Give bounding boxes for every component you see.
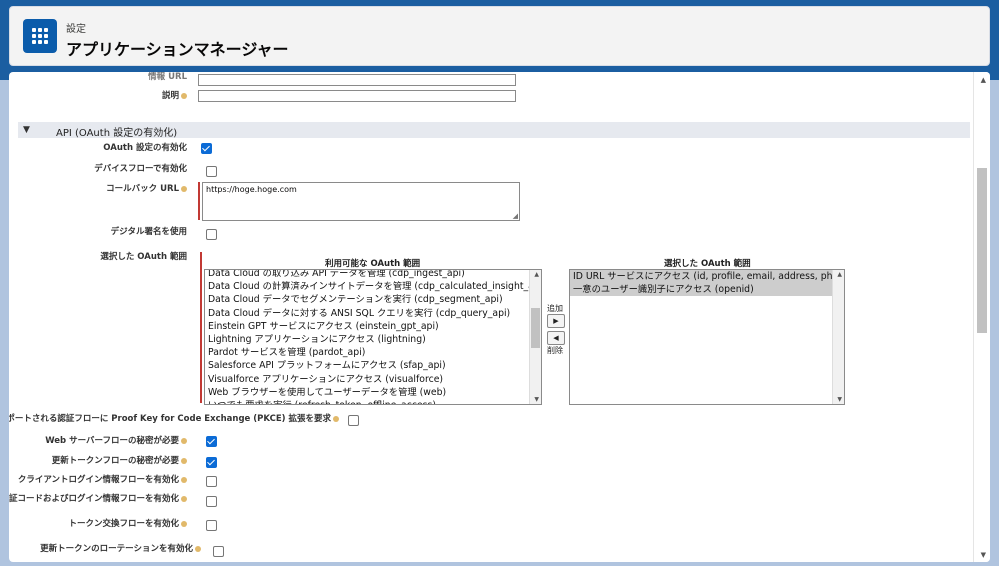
client-credentials-label: クライアントログイン情報フローを有効化	[18, 473, 187, 485]
scope-option[interactable]: Data Cloud データでセグメンテーションを実行 (cdp_segment…	[205, 293, 541, 306]
api-section-header[interactable]: ▼ API (OAuth 設定の有効化)	[18, 122, 970, 139]
refresh-rotation-label: 更新トークンのローテーションを有効化	[40, 542, 201, 554]
selected-scopes-listbox[interactable]: ID URL サービスにアクセス (id, profile, email, ad…	[569, 269, 845, 405]
help-icon[interactable]	[181, 185, 187, 192]
section-title: API (OAuth 設定の有効化)	[56, 128, 178, 139]
callback-url-textarea[interactable]: https://hoge.hoge.com ◢	[202, 182, 520, 221]
scroll-up-icon[interactable]: ▲	[837, 271, 842, 278]
scope-option[interactable]: Data Cloud データに対する ANSI SQL クエリを実行 (cdp_…	[205, 307, 541, 320]
auth-code-label: 認証コードおよびログイン情報フローを有効化	[9, 492, 187, 504]
available-scopes-title: 利用可能な OAuth 範囲	[325, 259, 421, 269]
scroll-up-icon[interactable]: ▲	[534, 271, 539, 278]
callback-url-value: https://hoge.hoge.com	[206, 185, 297, 194]
info-url-label: 情報 URL	[148, 72, 187, 82]
scope-option[interactable]: Pardot サービスを管理 (pardot_api)	[205, 346, 541, 359]
selected-scopes-label: 選択した OAuth 範囲	[100, 252, 187, 262]
listbox-scrollbar[interactable]: ▲ ▼	[529, 270, 541, 404]
scope-option[interactable]: Salesforce API プラットフォームにアクセス (sfap_api)	[205, 359, 541, 372]
scope-option[interactable]: Einstein GPT サービスにアクセス (einstein_gpt_api…	[205, 320, 541, 333]
scope-option[interactable]: Data Cloud の計算済みインサイトデータを管理 (cdp_calcula…	[205, 280, 541, 293]
page-scroll-thumb[interactable]	[977, 168, 987, 333]
remove-label: 削除	[547, 346, 563, 355]
enable-oauth-label: OAuth 設定の有効化	[103, 143, 187, 153]
help-icon[interactable]	[195, 545, 201, 552]
info-url-input[interactable]	[198, 74, 516, 86]
scroll-down-icon[interactable]: ▼	[534, 396, 539, 403]
help-icon[interactable]	[181, 476, 187, 483]
page-header: 設定 アプリケーションマネージャー	[9, 6, 990, 66]
callback-url-label: コールバック URL	[106, 182, 187, 194]
pkce-label: サポートされる認証フローに Proof Key for Code Exchang…	[9, 412, 339, 424]
refresh-rotation-checkbox[interactable]	[213, 546, 224, 557]
remove-arrow-button[interactable]: ◀	[547, 331, 565, 345]
scope-option[interactable]: Visualforce アプリケーションにアクセス (visualforce)	[205, 373, 541, 386]
add-arrow-button[interactable]: ▶	[547, 314, 565, 328]
enable-oauth-checkbox[interactable]	[201, 143, 212, 154]
client-credentials-checkbox[interactable]	[206, 476, 217, 487]
scope-option[interactable]: Web ブラウザーを使用してユーザーデータを管理 (web)	[205, 386, 541, 399]
help-icon[interactable]	[181, 437, 187, 444]
resize-handle-icon[interactable]: ◢	[513, 212, 518, 220]
scroll-down-icon[interactable]: ▼	[837, 396, 842, 403]
web-server-secret-checkbox[interactable]	[206, 436, 217, 447]
scope-option[interactable]: 一意のユーザー識別子にアクセス (openid)	[570, 283, 844, 297]
scope-option[interactable]: ID URL サービスにアクセス (id, profile, email, ad…	[570, 270, 844, 284]
required-indicator	[198, 182, 200, 220]
description-input[interactable]	[198, 90, 516, 102]
help-icon[interactable]	[181, 457, 187, 464]
listbox-scrollbar[interactable]: ▲ ▼	[832, 270, 844, 404]
web-server-secret-label: Web サーバーフローの秘密が必要	[45, 434, 187, 446]
pkce-checkbox[interactable]	[348, 415, 359, 426]
selected-scopes-title: 選択した OAuth 範囲	[664, 259, 751, 269]
device-flow-label: デバイスフローで有効化	[94, 164, 187, 174]
help-icon[interactable]	[181, 495, 187, 502]
scroll-up-icon[interactable]: ▲	[981, 76, 986, 84]
available-scopes-listbox[interactable]: Data Cloud の取り込み API データを管理 (cdp_ingest_…	[204, 269, 542, 405]
token-exchange-label: トークン交換フローを有効化	[68, 517, 187, 529]
digital-signature-checkbox[interactable]	[206, 229, 217, 240]
collapse-triangle-icon[interactable]: ▼	[23, 125, 30, 135]
scroll-down-icon[interactable]: ▼	[981, 551, 986, 559]
help-icon[interactable]	[181, 520, 187, 527]
device-flow-checkbox[interactable]	[206, 166, 217, 177]
help-icon[interactable]	[181, 92, 187, 99]
scope-option[interactable]: Data Cloud の取り込み API データを管理 (cdp_ingest_…	[205, 270, 541, 280]
breadcrumb[interactable]: 設定	[66, 20, 86, 35]
page-scrollbar[interactable]: ▲ ▼	[973, 72, 990, 562]
description-label: 説明	[162, 89, 187, 101]
help-icon[interactable]	[333, 415, 339, 422]
refresh-secret-label: 更新トークンフローの秘密が必要	[52, 454, 187, 466]
page-title: アプリケーションマネージャー	[66, 40, 289, 59]
app-launcher-icon	[23, 19, 57, 53]
auth-code-checkbox[interactable]	[206, 496, 217, 507]
scope-option[interactable]: Lightning アプリケーションにアクセス (lightning)	[205, 333, 541, 346]
add-label: 追加	[547, 304, 563, 313]
scroll-thumb[interactable]	[531, 308, 540, 348]
scope-option[interactable]: いつでも要求を実行 (refresh_token, offline_access…	[205, 399, 541, 404]
required-indicator	[200, 252, 202, 403]
token-exchange-checkbox[interactable]	[206, 520, 217, 531]
digital-signature-label: デジタル署名を使用	[110, 227, 187, 237]
refresh-secret-checkbox[interactable]	[206, 457, 217, 468]
content-panel: 情報 URL 説明 ▼ API (OAuth 設定の有効化) OAuth 設定の…	[9, 72, 990, 562]
